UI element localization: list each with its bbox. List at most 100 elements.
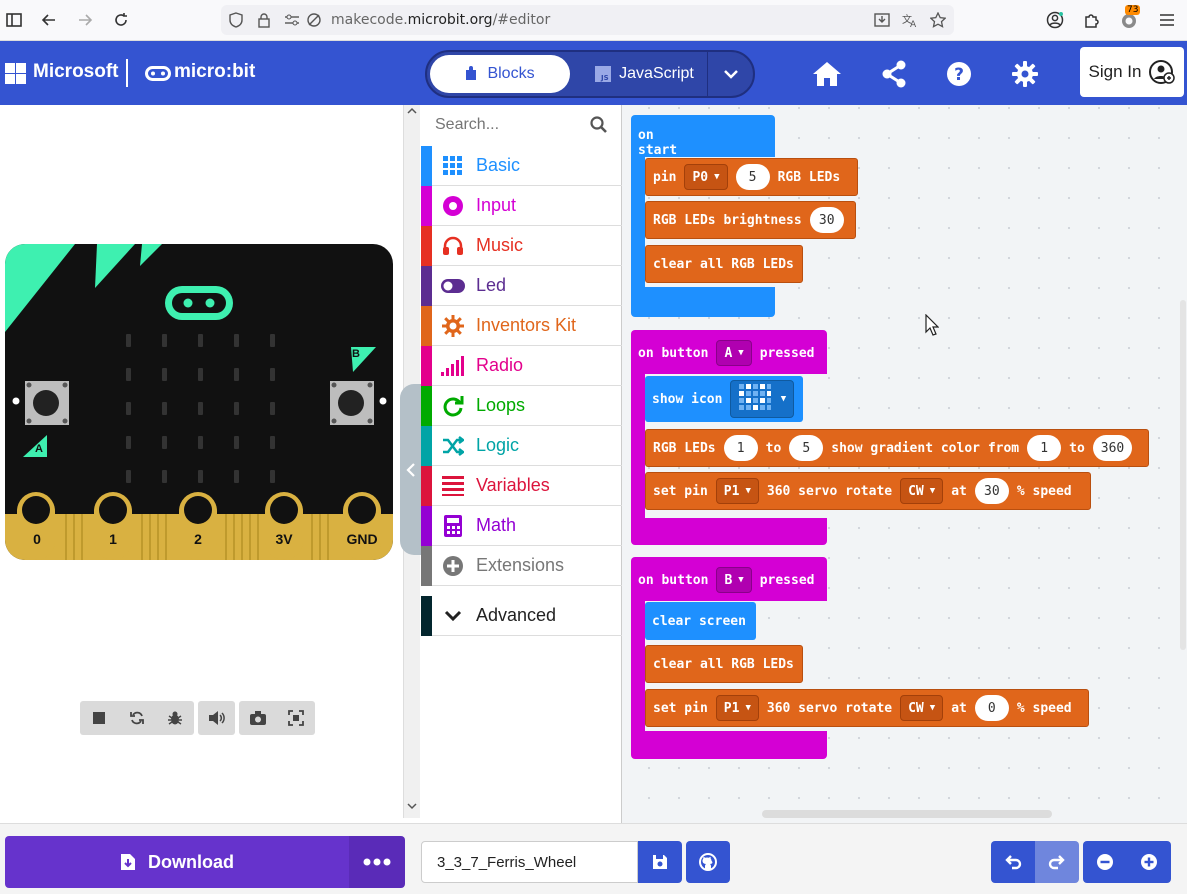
block-clear-screen[interactable]: clear screen (645, 602, 756, 640)
toolbox: Basic Input Music Led Inventors Kit Radi… (421, 105, 622, 823)
pin-0-label[interactable]: 0 (19, 531, 55, 547)
collapse-simulator-button[interactable] (400, 384, 422, 555)
back-icon[interactable] (37, 8, 61, 32)
search-input[interactable] (435, 114, 585, 136)
permissions-icon[interactable] (283, 11, 301, 29)
help-icon[interactable]: ? (942, 57, 976, 91)
screenshot-camera-icon[interactable] (239, 701, 277, 735)
menu-hamburger-icon[interactable] (1155, 8, 1179, 32)
microbit-board[interactable]: A B 0 1 2 3V GND (5, 244, 393, 560)
microbit-logo-icon[interactable] (145, 66, 171, 81)
pin-1-label[interactable]: 1 (95, 531, 131, 547)
category-basic[interactable]: Basic (421, 145, 622, 186)
led-count-input[interactable]: 5 (735, 164, 770, 190)
category-input[interactable]: Input (421, 185, 622, 226)
block-servo-rotate-a[interactable]: set pin P1 ▼ 360 servo rotate CW ▼ at 30 %… (645, 472, 1091, 510)
category-inventors-kit[interactable]: Inventors Kit (421, 305, 622, 346)
block-text: to (1069, 440, 1085, 456)
category-extensions[interactable]: Extensions (421, 545, 622, 586)
tracking-blocked-icon[interactable] (305, 11, 323, 29)
speed-input[interactable]: 0 (974, 695, 1009, 721)
debug-bug-icon[interactable] (156, 701, 194, 735)
pin-dropdown[interactable]: P0 ▼ (684, 164, 728, 190)
block-text: to (765, 440, 782, 456)
workspace-horizontal-scrollbar[interactable] (762, 810, 1052, 818)
button-dropdown[interactable]: A ▼ (716, 340, 752, 366)
servo-pin-dropdown[interactable]: P1 ▼ (715, 695, 759, 721)
download-button[interactable]: Download (5, 836, 349, 888)
hue-to-input[interactable]: 360 (1092, 435, 1133, 461)
download-page-icon[interactable] (873, 11, 891, 29)
lock-icon[interactable] (255, 11, 273, 29)
category-radio[interactable]: Radio (421, 345, 622, 386)
share-icon[interactable] (877, 57, 911, 91)
sound-icon[interactable] (198, 701, 235, 735)
category-music[interactable]: Music (421, 225, 622, 266)
block-servo-rotate-b[interactable]: set pin P1 ▼ 360 servo rotate CW ▼ at 0 % … (645, 689, 1089, 727)
block-clear-rgb-leds-b[interactable]: clear all RGB LEDs (645, 645, 803, 683)
redo-button[interactable] (1035, 841, 1079, 883)
hue-from-input[interactable]: 1 (1027, 435, 1062, 461)
microsoft-logo-icon[interactable] (5, 63, 26, 84)
brightness-input[interactable]: 30 (809, 207, 844, 233)
block-rgb-gradient[interactable]: RGB LEDs 1 to 5 show gradient color from… (645, 429, 1149, 467)
save-disk-icon (653, 855, 667, 869)
category-logic[interactable]: Logic (421, 425, 622, 466)
home-icon[interactable] (810, 57, 844, 91)
shield-icon[interactable] (227, 11, 245, 29)
github-button[interactable] (686, 841, 730, 883)
project-name-input[interactable] (421, 841, 638, 883)
block-clear-rgb-leds[interactable]: clear all RGB LEDs (645, 245, 803, 283)
pin-2-label[interactable]: 2 (180, 531, 216, 547)
blocks-workspace[interactable]: on start pin P0 ▼ 5 RGB LEDs RGB LEDs bri… (622, 105, 1187, 823)
zoom-in-button[interactable] (1127, 841, 1171, 883)
microbit-brand[interactable]: micro:bit (174, 61, 255, 83)
extensions-puzzle-icon[interactable] (1080, 8, 1104, 32)
reload-icon[interactable] (109, 8, 133, 32)
more-options-button[interactable] (349, 836, 405, 888)
extension-badge: 73 (1125, 5, 1141, 15)
forward-icon[interactable] (73, 8, 97, 32)
block-text: clear all RGB LEDs (653, 656, 794, 672)
fullscreen-icon[interactable] (277, 701, 315, 735)
chevron-down-icon[interactable] (707, 52, 753, 96)
restart-icon[interactable] (118, 701, 156, 735)
direction-dropdown[interactable]: CW ▼ (900, 478, 944, 504)
block-text: % speed (1016, 700, 1072, 716)
workspace-vertical-scrollbar[interactable] (1180, 300, 1186, 650)
zoom-out-button[interactable] (1083, 841, 1127, 883)
gradient-from-led-input[interactable]: 1 (723, 435, 758, 461)
tab-blocks[interactable]: Blocks (430, 55, 570, 93)
search-icon[interactable] (589, 115, 609, 135)
category-variables[interactable]: Variables (421, 465, 622, 506)
button-dropdown[interactable]: B ▼ (716, 567, 752, 593)
microsoft-brand[interactable]: Microsoft (33, 61, 119, 83)
direction-dropdown[interactable]: CW ▼ (900, 695, 944, 721)
category-led[interactable]: Led (421, 265, 622, 306)
block-show-icon[interactable]: show icon ▼ (645, 376, 803, 422)
category-math[interactable]: Math (421, 505, 622, 546)
speed-input[interactable]: 30 (974, 478, 1009, 504)
settings-gear-icon[interactable] (1008, 57, 1042, 91)
undo-button[interactable] (991, 841, 1035, 883)
category-advanced[interactable]: Advanced (421, 595, 622, 636)
dropdown-value: CW (908, 483, 924, 499)
block-rgb-brightness[interactable]: RGB LEDs brightness 30 (645, 201, 856, 239)
url-text[interactable]: makecode.microbit.org/#editor (331, 12, 550, 28)
block-pin-rgb-leds[interactable]: pin P0 ▼ 5 RGB LEDs (645, 158, 858, 196)
bookmark-star-icon[interactable] (929, 11, 947, 29)
gradient-to-led-input[interactable]: 5 (789, 435, 824, 461)
sign-in-button[interactable]: Sign In (1080, 47, 1184, 97)
sidebar-icon[interactable] (2, 8, 26, 32)
gear-icon (441, 314, 465, 337)
translate-icon[interactable]: 文A (901, 11, 919, 29)
icon-dropdown[interactable]: ▼ (730, 380, 795, 418)
account-icon[interactable] (1043, 8, 1067, 32)
servo-pin-dropdown[interactable]: P1 ▼ (715, 478, 759, 504)
save-button[interactable] (638, 841, 682, 883)
tab-javascript[interactable]: JS JavaScript (587, 55, 702, 93)
url-suffix: /#editor (492, 12, 551, 28)
category-loops[interactable]: Loops (421, 385, 622, 426)
address-bar[interactable]: makecode.microbit.org/#editor 文A (221, 5, 954, 35)
stop-icon[interactable] (80, 701, 118, 735)
